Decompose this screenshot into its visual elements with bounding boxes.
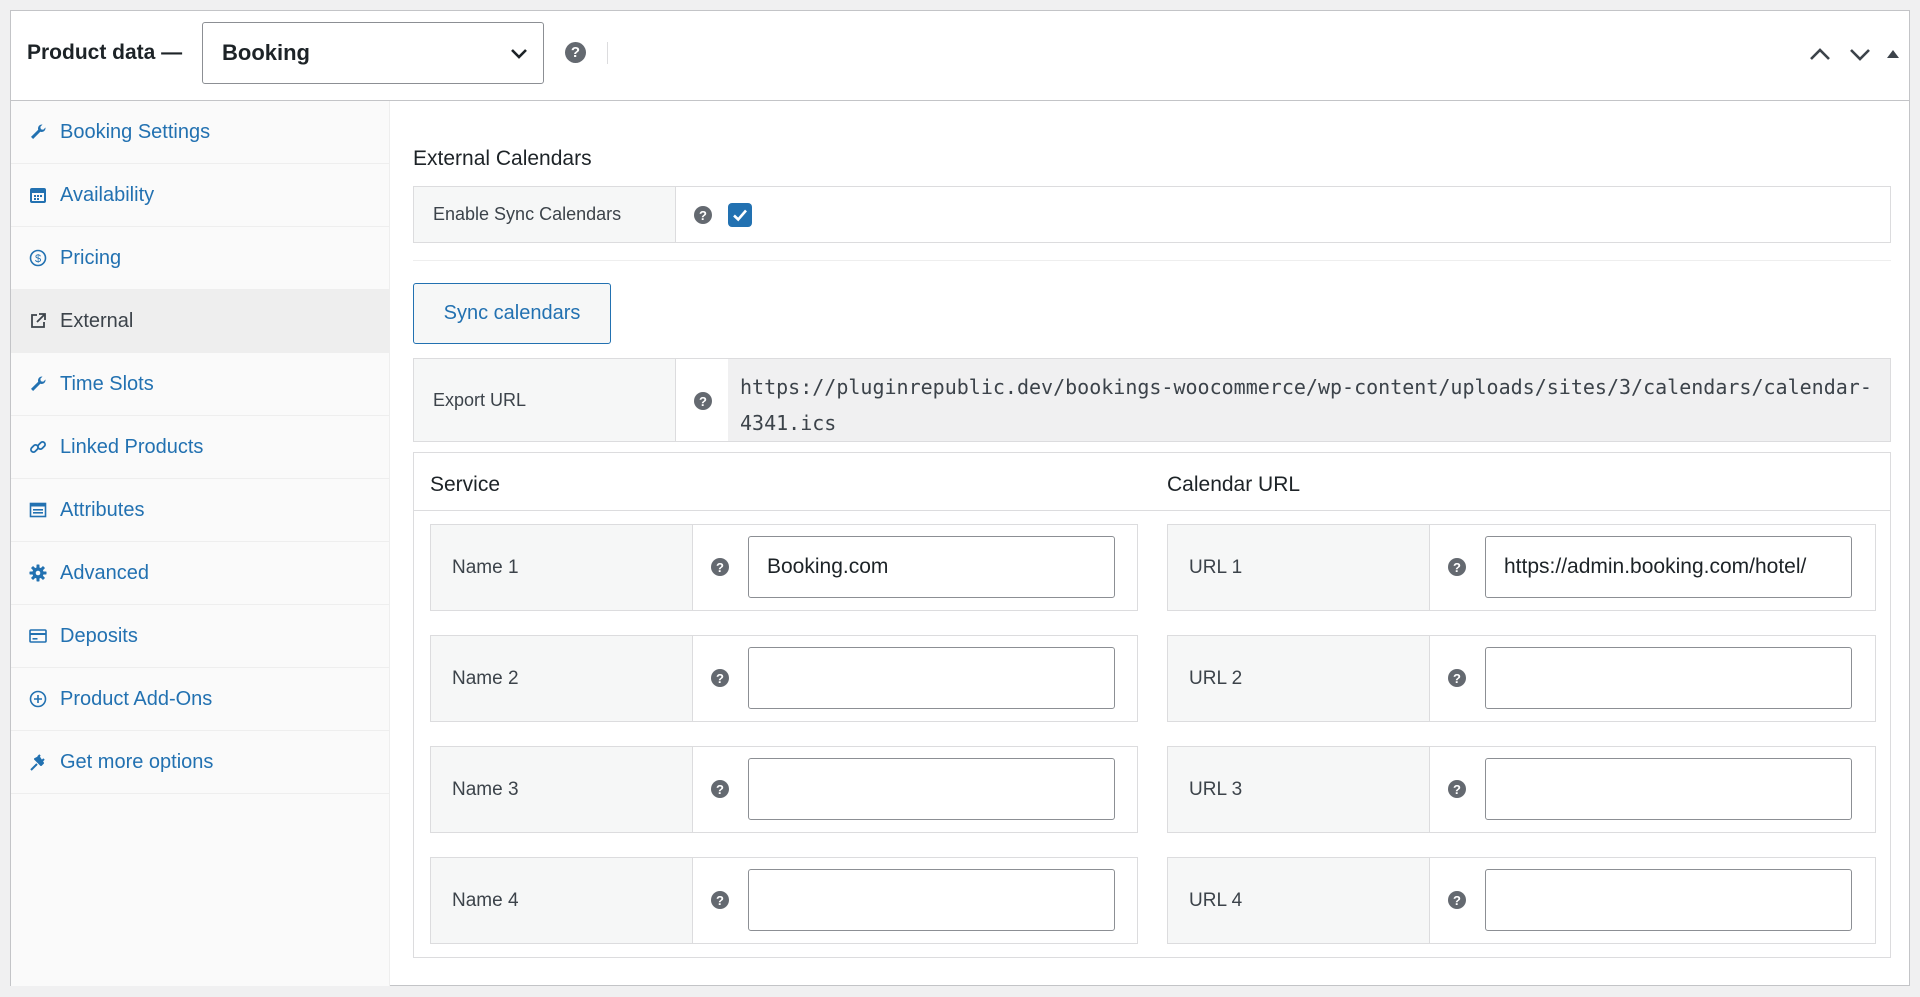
calendar-url-row-4: URL 4 ? xyxy=(1167,857,1876,944)
enable-sync-label: Enable Sync Calendars xyxy=(414,187,676,242)
enable-sync-row: Enable Sync Calendars ? xyxy=(413,186,1891,243)
tab-linked-products[interactable]: Linked Products xyxy=(11,416,389,479)
help-icon[interactable]: ? xyxy=(711,669,729,687)
field-label: Name 1 xyxy=(431,525,693,610)
help-icon[interactable]: ? xyxy=(1448,558,1466,576)
tab-label: Attributes xyxy=(60,498,145,521)
help-icon[interactable]: ? xyxy=(711,558,729,576)
panel-header: Product data — Booking ? xyxy=(11,11,1909,101)
svg-text:$: $ xyxy=(35,253,41,265)
external-panel: External Calendars Enable Sync Calendars… xyxy=(391,101,1909,986)
tab-label: External xyxy=(60,309,134,332)
product-type-select[interactable]: Booking xyxy=(202,22,544,84)
calendar-url-input-3[interactable] xyxy=(1485,758,1852,820)
divider xyxy=(413,260,1891,261)
service-column-header: Service xyxy=(430,473,501,496)
service-name-row-3: Name 3 ? xyxy=(430,746,1138,833)
sync-calendars-button[interactable]: Sync calendars xyxy=(413,283,611,344)
tab-external[interactable]: External xyxy=(11,290,389,353)
service-name-input-2[interactable] xyxy=(748,647,1115,709)
help-icon[interactable]: ? xyxy=(1448,669,1466,687)
export-url-label: Export URL xyxy=(414,359,676,441)
calendar-sources-table: Service Calendar URL Name 1 ? Name 2 ? N… xyxy=(413,452,1891,958)
tab-product-add-ons[interactable]: Product Add-Ons xyxy=(11,668,389,731)
wrench-icon xyxy=(27,373,49,395)
tab-advanced[interactable]: Advanced xyxy=(11,542,389,605)
tab-label: Product Add-Ons xyxy=(60,687,213,710)
tab-availability[interactable]: Availability xyxy=(11,164,389,227)
card-icon xyxy=(27,625,49,647)
tab-label: Availability xyxy=(60,183,155,206)
field-label: Name 4 xyxy=(431,858,693,943)
calendar-url-input-4[interactable] xyxy=(1485,869,1852,931)
tab-label: Deposits xyxy=(60,624,138,647)
move-up-icon[interactable] xyxy=(1807,44,1833,64)
service-name-input-1[interactable] xyxy=(748,536,1115,598)
plugin-icon xyxy=(27,751,49,773)
help-icon[interactable]: ? xyxy=(565,42,586,63)
field-label: Name 3 xyxy=(431,747,693,832)
product-type-value: Booking xyxy=(222,40,310,65)
export-url-value[interactable]: https://pluginrepublic.dev/bookings-wooc… xyxy=(728,359,1890,441)
calendar-url-input-1[interactable] xyxy=(1485,536,1852,598)
field-label: URL 2 xyxy=(1168,636,1430,721)
service-name-row-2: Name 2 ? xyxy=(430,635,1138,722)
tab-label: Get more options xyxy=(60,750,214,773)
list-icon xyxy=(27,499,49,521)
header-divider xyxy=(607,42,608,64)
tab-deposits[interactable]: Deposits xyxy=(11,605,389,668)
field-label: URL 4 xyxy=(1168,858,1430,943)
calendar-url-column-header: Calendar URL xyxy=(1167,473,1301,496)
tab-get-more-options[interactable]: Get more options xyxy=(11,731,389,794)
product-data-tabs: Booking Settings Availability $ Pricing … xyxy=(11,101,390,986)
tab-label: Pricing xyxy=(60,246,122,269)
external-link-icon xyxy=(27,310,49,332)
calendar-url-row-1: URL 1 ? xyxy=(1167,524,1876,611)
help-icon[interactable]: ? xyxy=(694,206,712,224)
panel-title: Product data — xyxy=(27,41,183,64)
calendar-url-input-2[interactable] xyxy=(1485,647,1852,709)
section-title: External Calendars xyxy=(413,147,592,170)
calendar-icon xyxy=(27,184,49,206)
help-icon[interactable]: ? xyxy=(694,392,712,410)
help-icon[interactable]: ? xyxy=(1448,780,1466,798)
plus-circle-icon xyxy=(27,688,49,710)
tab-label: Booking Settings xyxy=(60,120,211,143)
dollar-icon: $ xyxy=(27,247,49,269)
checkmark-icon xyxy=(733,209,747,222)
service-name-row-1: Name 1 ? xyxy=(430,524,1138,611)
field-label: URL 1 xyxy=(1168,525,1430,610)
export-url-row: Export URL ? https://pluginrepublic.dev/… xyxy=(413,358,1891,442)
tab-pricing[interactable]: $ Pricing xyxy=(11,227,389,290)
enable-sync-checkbox[interactable] xyxy=(728,203,752,227)
help-icon[interactable]: ? xyxy=(1448,891,1466,909)
calendar-url-row-3: URL 3 ? xyxy=(1167,746,1876,833)
calendar-url-row-2: URL 2 ? xyxy=(1167,635,1876,722)
move-down-icon[interactable] xyxy=(1847,44,1873,64)
help-icon[interactable]: ? xyxy=(711,780,729,798)
tab-time-slots[interactable]: Time Slots xyxy=(11,353,389,416)
field-label: Name 2 xyxy=(431,636,693,721)
header-divider xyxy=(414,510,1890,511)
chevron-down-icon xyxy=(511,49,527,59)
wrench-icon xyxy=(27,121,49,143)
tab-label: Time Slots xyxy=(60,372,154,395)
gear-icon xyxy=(27,562,49,584)
collapse-icon[interactable] xyxy=(1883,44,1903,64)
tab-attributes[interactable]: Attributes xyxy=(11,479,389,542)
help-icon[interactable]: ? xyxy=(711,891,729,909)
link-icon xyxy=(27,436,49,458)
tab-booking-settings[interactable]: Booking Settings xyxy=(11,101,389,164)
tab-label: Linked Products xyxy=(60,435,204,458)
field-label: URL 3 xyxy=(1168,747,1430,832)
service-name-input-4[interactable] xyxy=(748,869,1115,931)
service-name-input-3[interactable] xyxy=(748,758,1115,820)
tab-label: Advanced xyxy=(60,561,149,584)
product-data-panel: Product data — Booking ? Booking Setting… xyxy=(10,10,1910,986)
service-name-row-4: Name 4 ? xyxy=(430,857,1138,944)
